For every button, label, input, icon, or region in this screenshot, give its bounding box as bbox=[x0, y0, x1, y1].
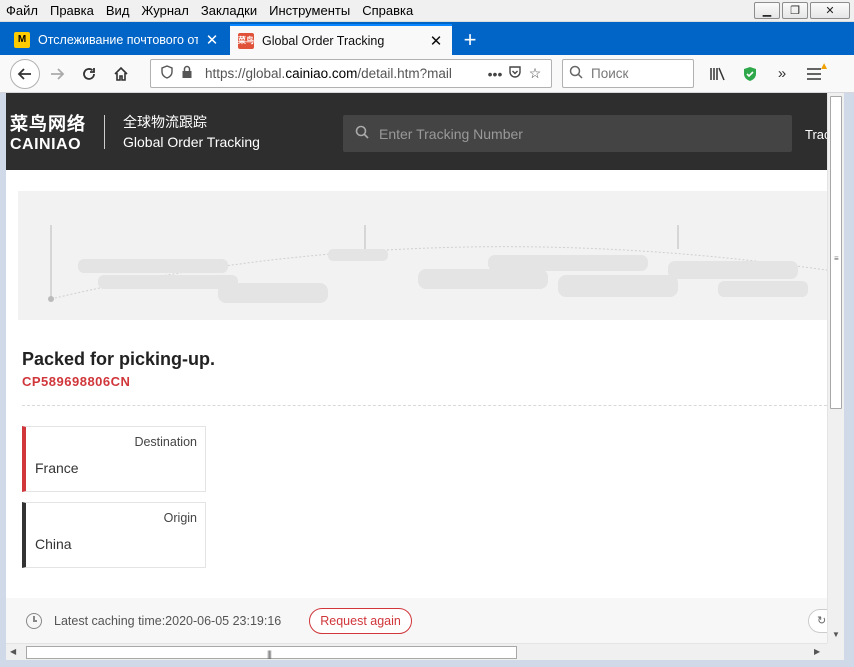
destination-value: France bbox=[35, 460, 79, 476]
cache-time-text: Latest caching time:2020-06-05 23:19:16 bbox=[54, 613, 282, 628]
page-actions-icon[interactable]: ••• bbox=[485, 66, 505, 82]
minimize-icon[interactable]: ▁ bbox=[754, 2, 780, 19]
header-title: 全球物流跟踪 Global Order Tracking bbox=[123, 112, 260, 152]
menu-tools[interactable]: Инструменты bbox=[263, 0, 356, 22]
tab-title: Global Order Tracking bbox=[262, 33, 385, 48]
menu-view[interactable]: Вид bbox=[100, 0, 136, 22]
menu-edit[interactable]: Правка bbox=[44, 0, 100, 22]
library-icon[interactable] bbox=[705, 59, 731, 88]
url-domain: cainiao.com bbox=[285, 66, 358, 81]
tracking-shield-icon[interactable] bbox=[157, 65, 177, 82]
request-again-button[interactable]: Request again bbox=[309, 607, 412, 634]
scroll-grip-icon: ≡ bbox=[834, 254, 839, 263]
clock-icon bbox=[26, 612, 42, 629]
route-map-banner bbox=[18, 191, 827, 320]
tracking-number: CP589698806CN bbox=[22, 374, 131, 389]
url-text[interactable]: https://global.cainiao.com/detail.htm?ma… bbox=[205, 66, 485, 81]
menu-bar: Файл Правка Вид Журнал Закладки Инструме… bbox=[0, 0, 854, 22]
header-tracking-link[interactable]: Trac bbox=[805, 127, 827, 142]
tab-bar: M Отслеживание почтового отп ✕ 菜鸟 Global… bbox=[0, 22, 854, 55]
home-icon[interactable] bbox=[106, 59, 136, 89]
overflow-chevron-icon[interactable]: » bbox=[769, 59, 795, 88]
origin-value: China bbox=[35, 536, 72, 552]
scroll-grip-icon: ||| bbox=[267, 649, 272, 659]
logo-cn: 菜鸟网络 bbox=[10, 113, 86, 135]
lock-icon[interactable] bbox=[177, 65, 197, 82]
tracking-search-input[interactable]: Enter Tracking Number bbox=[343, 115, 792, 152]
header-divider bbox=[104, 114, 105, 149]
header-title-cn: 全球物流跟踪 bbox=[123, 113, 207, 130]
pocket-icon[interactable] bbox=[505, 65, 525, 82]
destination-card: Destination France bbox=[22, 426, 206, 492]
origin-card: Origin China bbox=[22, 502, 206, 568]
cainiao-logo[interactable]: 菜鸟网络 CAINIAO bbox=[6, 110, 104, 154]
url-prefix: https://global. bbox=[205, 66, 286, 81]
window-frame-right bbox=[844, 93, 854, 667]
menu-history[interactable]: Журнал bbox=[135, 0, 194, 22]
reload-icon[interactable] bbox=[74, 59, 104, 89]
cache-footer: Latest caching time:2020-06-05 23:19:16 … bbox=[6, 598, 827, 643]
tab-post-tracking[interactable]: M Отслеживание почтового отп ✕ bbox=[6, 24, 228, 55]
warning-badge-icon: ▲ bbox=[819, 61, 829, 72]
tab-title: Отслеживание почтового отп bbox=[38, 32, 198, 47]
url-bar[interactable]: https://global.cainiao.com/detail.htm?ma… bbox=[150, 59, 552, 88]
maximize-icon[interactable]: ❐ bbox=[782, 2, 808, 19]
menu-help[interactable]: Справка bbox=[356, 0, 419, 22]
tab-favicon-icon: 菜鸟 bbox=[238, 32, 254, 49]
tab-favicon-icon: M bbox=[14, 31, 30, 48]
menu-file[interactable]: Файл bbox=[0, 0, 44, 22]
back-arrow-icon[interactable] bbox=[10, 58, 40, 89]
new-tab-plus-icon[interactable]: + bbox=[454, 24, 486, 55]
page-viewport: 菜鸟网络 CAINIAO 全球物流跟踪 Global Order Trackin… bbox=[6, 93, 827, 643]
horizontal-scroll-thumb[interactable]: ||| bbox=[26, 646, 517, 659]
close-window-icon[interactable]: ✕ bbox=[810, 2, 850, 19]
search-placeholder: Поиск bbox=[591, 66, 629, 81]
scroll-right-arrow-icon[interactable]: ▶ bbox=[814, 647, 820, 656]
window-frame-bottom bbox=[0, 660, 854, 667]
adblock-shield-icon[interactable] bbox=[737, 59, 763, 88]
shipment-status: Packed for picking-up. bbox=[22, 349, 216, 369]
site-header: 菜鸟网络 CAINIAO 全球物流跟踪 Global Order Trackin… bbox=[6, 93, 827, 170]
forward-arrow-icon[interactable] bbox=[42, 59, 72, 89]
toolbar-right: » ▲ bbox=[705, 59, 829, 88]
scroll-left-arrow-icon[interactable]: ◀ bbox=[10, 647, 16, 656]
destination-label: Destination bbox=[134, 435, 197, 449]
horizontal-scrollbar[interactable]: ◀ ||| ▶ bbox=[6, 643, 827, 660]
bookmark-star-icon[interactable]: ☆ bbox=[525, 65, 545, 82]
search-icon bbox=[569, 65, 583, 82]
vertical-scroll-thumb[interactable]: ≡ bbox=[830, 96, 842, 409]
vertical-scrollbar[interactable]: ▲ ≡ ▼ bbox=[827, 93, 844, 643]
navigation-bar: https://global.cainiao.com/detail.htm?ma… bbox=[0, 55, 854, 93]
tab-global-order-tracking[interactable]: 菜鸟 Global Order Tracking ✕ bbox=[230, 24, 452, 55]
hamburger-menu-icon[interactable]: ▲ bbox=[801, 59, 829, 88]
search-icon bbox=[355, 125, 369, 142]
section-divider bbox=[22, 405, 827, 406]
search-bar[interactable]: Поиск bbox=[562, 59, 694, 88]
tab-close-icon[interactable]: ✕ bbox=[428, 32, 444, 50]
scrollbar-corner bbox=[827, 643, 844, 660]
window-controls: ▁ ❐ ✕ bbox=[754, 2, 850, 19]
logo-en: CAINIAO bbox=[10, 135, 82, 153]
scroll-down-arrow-icon[interactable]: ▼ bbox=[828, 626, 844, 643]
refresh-icon[interactable]: ↻ bbox=[808, 609, 827, 633]
tab-close-icon[interactable]: ✕ bbox=[204, 31, 220, 49]
world-map-graphic bbox=[48, 225, 827, 303]
tracking-search-placeholder: Enter Tracking Number bbox=[379, 125, 523, 142]
menu-bookmarks[interactable]: Закладки bbox=[195, 0, 263, 22]
url-suffix: /detail.htm?mail bbox=[357, 66, 452, 81]
header-title-en: Global Order Tracking bbox=[123, 133, 260, 150]
origin-label: Origin bbox=[163, 511, 197, 525]
